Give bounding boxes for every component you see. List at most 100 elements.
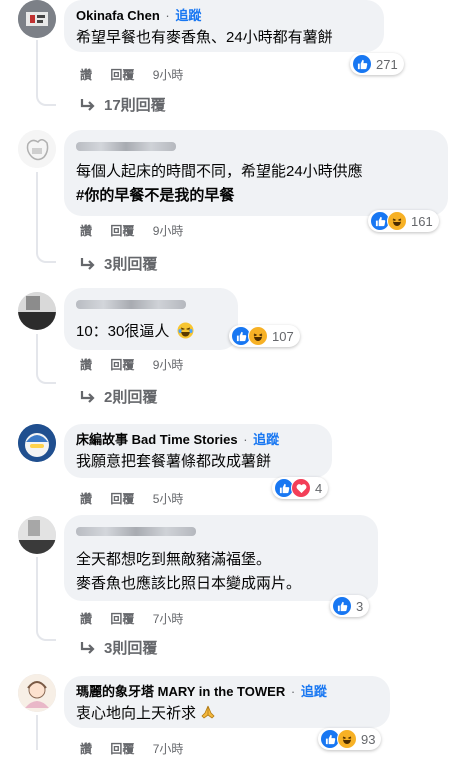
reply-link[interactable]: 回覆 (110, 68, 134, 82)
like-link[interactable]: 讚 (80, 224, 92, 238)
avatar[interactable] (18, 0, 56, 38)
reaction-count: 161 (411, 213, 433, 229)
comment-text-line: 麥香魚也應該比照日本變成兩片。 (76, 575, 302, 592)
avatar[interactable] (18, 424, 56, 462)
timestamp[interactable]: 5小時 (153, 492, 184, 506)
separator-dot: · (243, 432, 248, 447)
reply-link[interactable]: 回覆 (110, 492, 134, 506)
comment-text: 我願意把套餐薯條都改成薯餅 (76, 453, 272, 470)
like-link[interactable]: 讚 (80, 492, 92, 506)
comment-bubble: 全天都想吃到無敵豬滿福堡。 麥香魚也應該比照日本變成兩片。 (64, 515, 378, 601)
comment-bubble: 床編故事 Bad Time Stories · 追蹤 我願意把套餐薯條都改成薯餅 (64, 424, 332, 478)
reply-arrow-icon (80, 98, 95, 111)
thread-line (36, 715, 38, 750)
commenter-name[interactable] (76, 142, 176, 152)
reaction-summary[interactable]: 271 (350, 53, 404, 75)
commenter-name[interactable] (76, 527, 196, 537)
haha-reaction-icon (387, 211, 407, 231)
view-replies-button[interactable]: 3則回覆 (80, 637, 157, 658)
avatar-image-icon (18, 424, 56, 462)
avatar-image-icon (18, 292, 56, 330)
follow-link[interactable]: 追蹤 (301, 684, 327, 699)
reaction-count: 107 (272, 328, 294, 344)
thread-curve (36, 88, 56, 106)
comment-text: 希望早餐也有麥香魚、24小時都有薯餅 (76, 29, 333, 46)
reaction-summary[interactable]: 107 (229, 325, 300, 347)
timestamp[interactable]: 9小時 (153, 224, 184, 238)
follow-link[interactable]: 追蹤 (253, 432, 279, 447)
comment-actions: 讚 回覆 9小時 (80, 66, 198, 83)
comment-bubble: 每個人起床的時間不同，希望能24小時供應 #你的早餐不是我的早餐 (64, 130, 448, 216)
reaction-count: 3 (356, 598, 364, 614)
avatar-image-icon (18, 516, 56, 554)
replies-count-label: 3則回覆 (104, 256, 158, 273)
view-replies-button[interactable]: 2則回覆 (80, 386, 157, 407)
like-link[interactable]: 讚 (80, 612, 92, 626)
thread-line (36, 172, 38, 246)
replies-count-label: 3則回覆 (104, 640, 158, 657)
avatar[interactable] (18, 130, 56, 168)
timestamp[interactable]: 7小時 (153, 612, 184, 626)
thread-curve (36, 366, 56, 384)
avatar[interactable] (18, 516, 56, 554)
separator-dot: · (165, 8, 170, 23)
commenter-name[interactable] (76, 300, 186, 310)
like-reaction-icon (332, 596, 352, 616)
comment-text-line: 全天都想吃到無敵豬滿福堡。 (76, 551, 272, 568)
avatar-image-icon (18, 674, 56, 712)
thread-line (36, 334, 38, 370)
like-link[interactable]: 讚 (80, 742, 92, 756)
reaction-summary[interactable]: 4 (272, 477, 329, 499)
praying-hands-emoji-icon (200, 704, 216, 726)
comment-actions: 讚 回覆 9小時 (80, 356, 198, 373)
view-replies-button[interactable]: 17則回覆 (80, 94, 166, 115)
comment-text: 10：30很逼人 (76, 323, 170, 340)
comment-bubble: 10：30很逼人 (64, 288, 238, 350)
replies-count-label: 17則回覆 (104, 97, 166, 114)
reaction-summary[interactable]: 161 (368, 210, 439, 232)
reply-arrow-icon (80, 641, 95, 654)
avatar[interactable] (18, 674, 56, 712)
like-link[interactable]: 讚 (80, 358, 92, 372)
timestamp[interactable]: 9小時 (153, 68, 184, 82)
follow-link[interactable]: 追蹤 (175, 8, 201, 23)
reaction-count: 271 (376, 56, 398, 72)
comment-bubble: Okinafa Chen · 追蹤 希望早餐也有麥香魚、24小時都有薯餅 (64, 0, 384, 52)
replies-count-label: 2則回覆 (104, 389, 158, 406)
haha-reaction-icon (337, 729, 357, 749)
haha-reaction-icon (248, 326, 268, 346)
comment-actions: 讚 回覆 9小時 (80, 222, 198, 239)
comment-actions: 讚 回覆 7小時 (80, 610, 198, 627)
reaction-count: 93 (361, 731, 376, 747)
view-replies-button[interactable]: 3則回覆 (80, 253, 157, 274)
reply-link[interactable]: 回覆 (110, 358, 134, 372)
avatar[interactable] (18, 292, 56, 330)
timestamp[interactable]: 7小時 (153, 742, 184, 756)
love-reaction-icon (291, 478, 311, 498)
reaction-count: 4 (315, 480, 323, 496)
hashtag-link[interactable]: #你的早餐不是我的早餐 (76, 187, 234, 204)
thread-curve (36, 623, 56, 641)
reaction-summary[interactable]: 3 (330, 595, 370, 617)
thread-line (36, 557, 38, 625)
comment-text: 每個人起床的時間不同，希望能24小時供應 (76, 163, 363, 180)
timestamp[interactable]: 9小時 (153, 358, 184, 372)
avatar-image-icon (18, 130, 56, 168)
reply-arrow-icon (80, 390, 95, 403)
reply-link[interactable]: 回覆 (110, 612, 134, 626)
avatar-image-icon (18, 0, 56, 38)
comment-bubble: 瑪麗的象牙塔 MARY in the TOWER · 追蹤 衷心地向上天祈求 (64, 676, 390, 728)
commenter-name[interactable]: 瑪麗的象牙塔 MARY in the TOWER (76, 684, 285, 699)
comment-actions: 讚 回覆 5小時 (80, 490, 198, 507)
reply-arrow-icon (80, 257, 95, 270)
commenter-name[interactable]: 床編故事 Bad Time Stories (76, 432, 238, 447)
reply-link[interactable]: 回覆 (110, 224, 134, 238)
reply-link[interactable]: 回覆 (110, 742, 134, 756)
laughing-emoji-icon (177, 322, 194, 345)
thread-line (36, 40, 38, 92)
like-link[interactable]: 讚 (80, 68, 92, 82)
reaction-summary[interactable]: 93 (318, 728, 382, 750)
separator-dot: · (290, 684, 296, 699)
commenter-name[interactable]: Okinafa Chen (76, 8, 160, 23)
thread-curve (36, 245, 56, 263)
